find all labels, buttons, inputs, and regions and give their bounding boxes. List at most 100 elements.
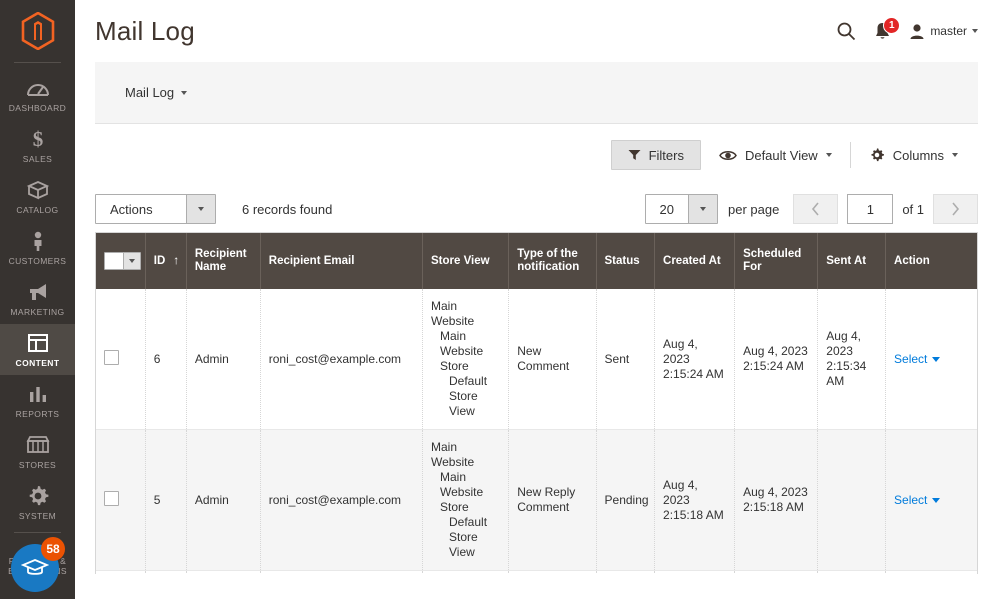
sidebar-item-marketing[interactable]: MARKETING [0,273,75,324]
cell-store-view: Main Website Main Website Store Default … [422,289,510,430]
sidebar-item-reports[interactable]: REPORTS [0,375,75,426]
select-all-dropdown[interactable] [104,252,141,270]
column-scheduled-for[interactable]: Scheduled For [734,233,819,289]
actions-label: Actions [110,201,153,217]
per-page-dropdown[interactable]: 20 [644,194,718,224]
chevron-left-icon [812,202,819,216]
sidebar-item-label: CUSTOMERS [8,256,67,266]
store-view-website: Main Website [431,299,475,328]
help-badge: 58 [41,537,65,561]
default-view-dropdown[interactable]: Default View [701,148,850,163]
grid-toolbar: Filters Default View Columns [95,124,978,186]
cell-sent-at [817,570,887,574]
page-header: Mail Log 1 master [75,0,1000,62]
cell-scheduled-for: Aug 4, 2023 2:15:24 AM [734,289,819,430]
cell-recipient-email: roni_cost@example.com [260,429,424,571]
user-name: master [930,24,967,38]
cell-action[interactable]: Select [885,429,977,571]
sidebar-item-customers[interactable]: CUSTOMERS [0,222,75,273]
cell-id: 5 [145,429,187,571]
columns-dropdown[interactable]: Columns [851,147,976,163]
row-checkbox[interactable] [104,349,119,365]
chevron-down-icon [952,153,958,157]
per-page-dropdown-arrow [687,195,717,223]
mail-log-nav-label: Mail Log [125,85,175,100]
sidebar-item-sales[interactable]: $ SALES [0,120,75,171]
row-action-select[interactable]: Select [894,492,941,508]
sidebar-item-system[interactable]: SYSTEM [0,477,75,528]
row-checkbox-cell[interactable] [96,570,146,574]
filters-button[interactable]: Filters [610,140,701,170]
column-type[interactable]: Type of the notification [508,233,597,289]
previous-page-button[interactable] [793,194,839,224]
sidebar-item-label: SALES [22,154,53,164]
gear-icon [2,484,73,508]
sidebar-divider-bottom [14,532,61,533]
row-checkbox-cell[interactable] [96,289,146,430]
chevron-down-icon [181,90,188,95]
row-checkbox-cell[interactable] [96,429,146,571]
sidebar-item-content[interactable]: CONTENT [0,324,75,375]
row-checkbox[interactable] [104,490,119,506]
column-created-at[interactable]: Created At [654,233,736,289]
column-recipient-email[interactable]: Recipient Email [260,233,424,289]
sidebar-item-label: CATALOG [16,205,59,215]
sidebar-item-stores[interactable]: STORES [0,426,75,477]
chevron-down-icon [123,253,140,269]
magento-logo[interactable] [0,0,75,62]
cell-recipient-name: Admin [186,429,261,571]
next-page-button[interactable] [933,194,978,224]
cell-type: New Comment [508,289,597,430]
sidebar-item-catalog[interactable]: CATALOG [0,171,75,222]
mail-log-grid: ID ↑ Recipient Name Recipient Email Store… [95,232,978,574]
admin-app: DASHBOARD $ SALES CATALOG CUSTOMERS MARK… [0,0,1000,599]
per-page-label: per page [727,201,780,217]
store-view-view: Default Store View [449,515,488,559]
column-select-all[interactable] [96,233,146,289]
table-header-row: ID ↑ Recipient Name Recipient Email Store… [96,233,977,289]
cell-action[interactable]: Select [885,289,977,430]
search-button[interactable] [836,21,856,41]
cell-status: Pending [596,429,656,571]
row-action-select[interactable]: Select [894,352,941,367]
table-row[interactable]: 5 Admin roni_cost@example.com Main Websi… [96,429,977,571]
box-icon [2,178,73,202]
help-widget-button[interactable]: 58 [11,537,65,592]
store-view-store: Main Website Store [440,470,484,514]
cell-scheduled-for: Aug 4, 2023 2:15:18 AM [734,429,819,571]
column-id[interactable]: ID ↑ [145,233,187,289]
store-view-store: Main Website Store [440,329,484,373]
notifications-button[interactable]: 1 [874,16,901,41]
main-content: Mail Log 1 master Mail Log Filters Defau… [75,0,1000,599]
cell-created-at: Aug 4, 2023 2:15:18 AM [654,429,736,571]
actions-dropdown[interactable]: Actions [95,194,216,224]
cell-action[interactable]: Select [885,570,977,574]
cell-type: New Reply Comment [508,429,597,571]
cell-recipient-email: roni_cost@example.com [260,289,424,430]
search-icon [837,22,856,41]
table-row[interactable]: 6 Admin roni_cost@example.com Main Websi… [96,289,977,430]
column-recipient-name[interactable]: Recipient Name [186,233,261,289]
column-sent-at[interactable]: Sent At [817,233,887,289]
user-menu[interactable]: master [909,23,978,40]
columns-label: Columns [892,147,944,163]
sidebar-item-label: REPORTS [15,409,60,419]
sidebar-item-dashboard[interactable]: DASHBOARD [0,69,75,120]
store-view-view: Default Store View [449,374,488,418]
column-action: Action [885,233,977,289]
total-pages-label: of 1 [902,201,924,217]
svg-text:$: $ [32,127,43,151]
select-all-checkbox[interactable] [105,253,123,269]
cell-store-view: Main Website Main Website Store Default … [422,570,510,574]
row-action-label: Select [894,492,928,507]
cell-recipient-email: roni_cost@example.com [260,570,424,574]
table-row[interactable]: 4 Admin roni_cost@example.com Main Websi… [96,570,977,574]
column-store-view[interactable]: Store View [422,233,510,289]
mail-log-nav-dropdown[interactable]: Mail Log [125,85,188,100]
chevron-down-icon [699,207,706,211]
table-body: 6 Admin roni_cost@example.com Main Websi… [96,289,977,574]
page-number-input[interactable] [847,194,894,224]
cell-store-view: Main Website Main Website Store Default … [422,429,510,571]
column-status[interactable]: Status [596,233,656,289]
cell-id: 6 [145,289,187,430]
